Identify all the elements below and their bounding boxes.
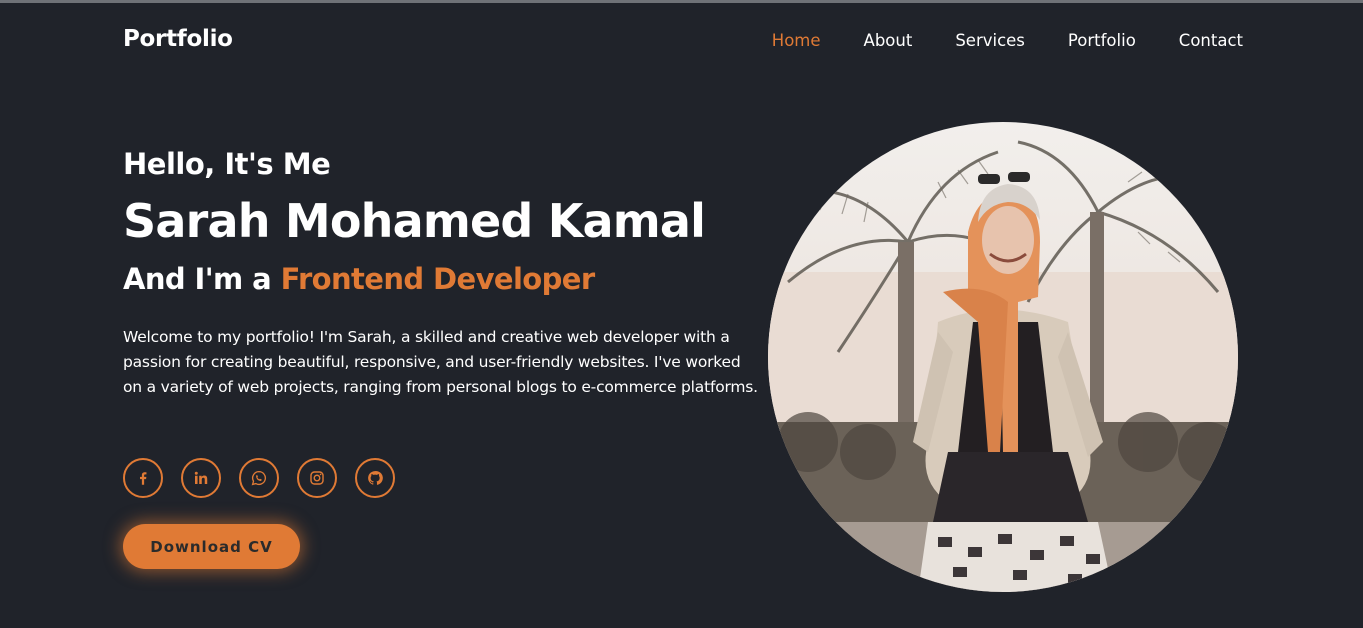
profile-photo-image bbox=[768, 122, 1238, 592]
nav-about-link[interactable]: About bbox=[864, 31, 913, 50]
hero-role-prefix: And I'm a bbox=[123, 262, 281, 296]
download-cv-button[interactable]: Download CV bbox=[123, 524, 300, 569]
facebook-icon bbox=[140, 472, 147, 485]
hero-name: Sarah Mohamed Kamal bbox=[123, 194, 706, 248]
instagram-icon bbox=[310, 471, 324, 485]
instagram-link[interactable] bbox=[297, 458, 337, 498]
social-links bbox=[123, 458, 413, 498]
hero-role-highlight: Frontend Developer bbox=[280, 262, 596, 296]
github-icon bbox=[368, 471, 383, 485]
github-link[interactable] bbox=[355, 458, 395, 498]
whatsapp-link[interactable] bbox=[239, 458, 279, 498]
nav-home-link[interactable]: Home bbox=[772, 31, 821, 50]
nav-portfolio-link[interactable]: Portfolio bbox=[1068, 31, 1136, 50]
site-logo[interactable]: Portfolio bbox=[123, 26, 233, 52]
nav-services-link[interactable]: Services bbox=[955, 31, 1025, 50]
facebook-link[interactable] bbox=[123, 458, 163, 498]
hero-greeting: Hello, It's Me bbox=[123, 147, 331, 181]
profile-photo bbox=[768, 122, 1238, 592]
linkedin-link[interactable] bbox=[181, 458, 221, 498]
portfolio-page: Portfolio Home About Services Portfolio … bbox=[0, 3, 1363, 628]
nav-contact-link[interactable]: Contact bbox=[1179, 31, 1243, 50]
hero-intro-text: Welcome to my portfolio! I'm Sarah, a sk… bbox=[123, 328, 758, 396]
main-nav: Home About Services Portfolio Contact bbox=[729, 31, 1243, 50]
whatsapp-icon bbox=[251, 470, 267, 486]
linkedin-icon bbox=[194, 471, 208, 484]
hero-role: And I'm a Frontend Developer bbox=[123, 262, 595, 296]
